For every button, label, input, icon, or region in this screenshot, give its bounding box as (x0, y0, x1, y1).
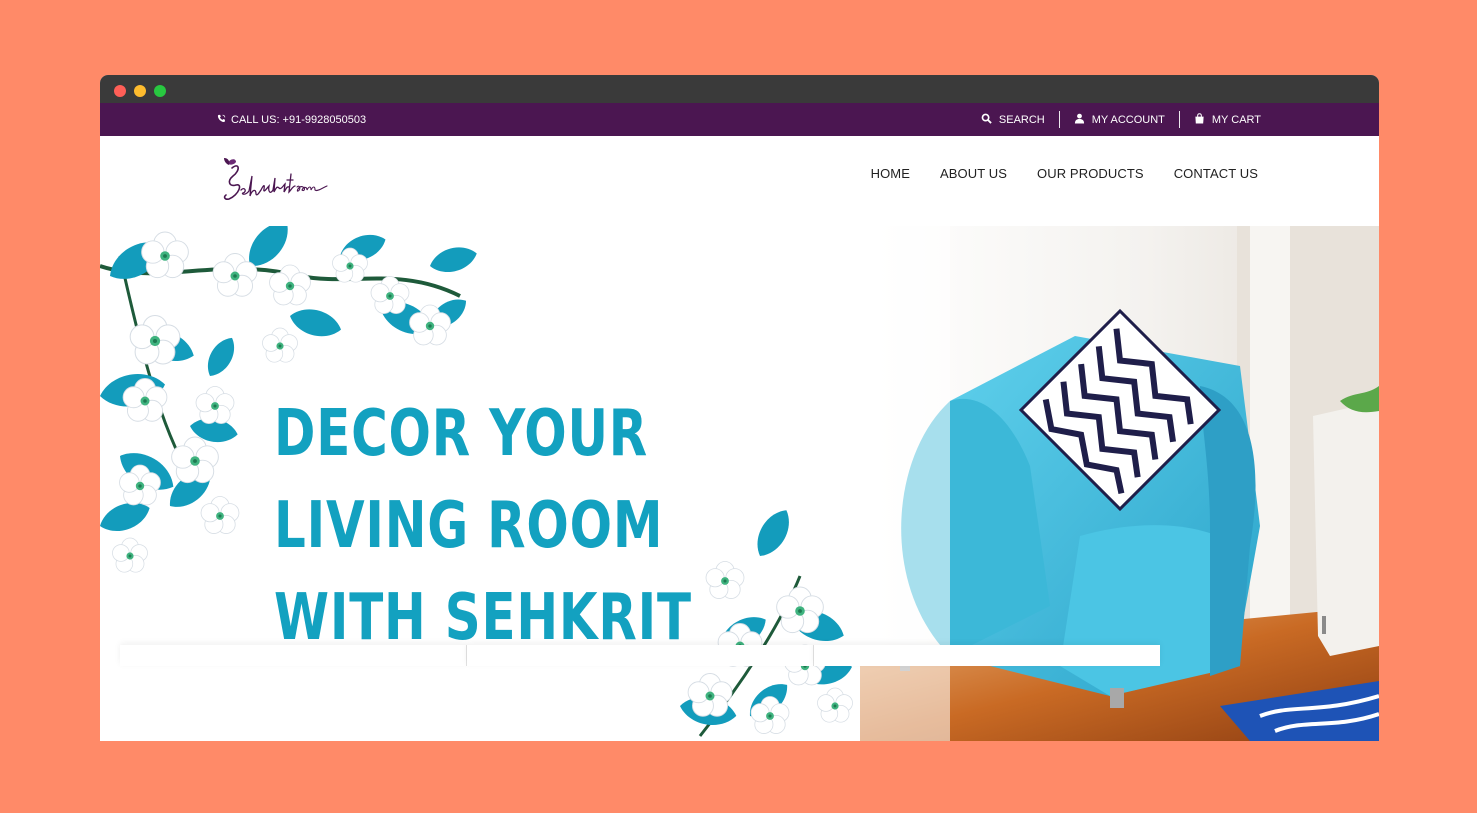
main-nav: HOME ABOUT US OUR PRODUCTS CONTACT US (871, 136, 1258, 210)
window-titlebar (100, 75, 1379, 103)
minimize-window-button[interactable] (134, 85, 146, 97)
user-icon (1074, 113, 1085, 127)
nav-about-us[interactable]: ABOUT US (940, 166, 1007, 181)
shopping-bag-icon (1194, 112, 1205, 127)
search-link[interactable]: SEARCH (967, 111, 1059, 128)
search-label: SEARCH (998, 113, 1045, 126)
feature-cards-strip (120, 645, 1160, 666)
maximize-window-button[interactable] (154, 85, 166, 97)
nav-our-products[interactable]: OUR PRODUCTS (1037, 166, 1144, 181)
feature-card[interactable] (467, 645, 814, 666)
my-account-label: MY ACCOUNT (1091, 113, 1165, 126)
top-info-bar: CALL US: +91-9928050503 SEARCH MY ACCOUN… (100, 103, 1379, 136)
brand-logo-graphic (223, 158, 328, 200)
top-links: SEARCH MY ACCOUNT MY CART (967, 103, 1261, 136)
site-logo[interactable] (221, 156, 331, 206)
phone-icon (217, 114, 226, 126)
divider (1178, 111, 1180, 128)
browser-window: CALL US: +91-9928050503 SEARCH MY ACCOUN… (100, 75, 1379, 741)
search-icon (981, 113, 992, 127)
my-cart-link[interactable]: MY CART (1180, 111, 1261, 128)
my-account-link[interactable]: MY ACCOUNT (1060, 111, 1179, 128)
main-navbar: HOME ABOUT US OUR PRODUCTS CONTACT US (100, 136, 1379, 226)
divider (1058, 111, 1060, 128)
nav-home[interactable]: HOME (871, 166, 910, 181)
close-window-button[interactable] (114, 85, 126, 97)
call-us-text[interactable]: CALL US: +91-9928050503 (231, 114, 366, 126)
feature-card[interactable] (120, 645, 467, 666)
my-cart-label: MY CART (1211, 113, 1261, 126)
nav-contact-us[interactable]: CONTACT US (1174, 166, 1258, 181)
call-us-info: CALL US: +91-9928050503 (217, 103, 366, 136)
feature-card[interactable] (814, 645, 1160, 666)
hero-headline-line-2: LIVING ROOM (274, 489, 664, 563)
hero-headline: DECOR YOUR LIVING ROOM WITH SEHKRIT (274, 388, 692, 664)
hero-headline-line-1: DECOR YOUR (274, 397, 649, 471)
